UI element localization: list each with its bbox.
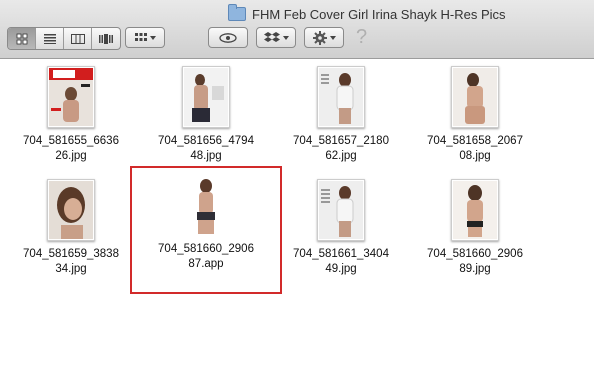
file-name-line1: 704_581655_6636 (23, 135, 119, 147)
file-item[interactable]: 704_581660_2906 89.jpg (410, 179, 540, 277)
chevron-down-icon (282, 35, 289, 40)
quick-look-button[interactable] (208, 27, 248, 48)
file-name-line2: 26.jpg (55, 150, 87, 162)
file-thumbnail (317, 66, 365, 128)
folder-icon (228, 4, 246, 21)
gear-icon (312, 30, 327, 45)
highlight-box (130, 166, 282, 294)
file-name-line2: 49.jpg (325, 263, 357, 275)
window-title-text: FHM Feb Cover Girl Irina Shayk H-Res Pic… (252, 6, 506, 22)
magazine-cover-image (49, 68, 93, 126)
file-thumbnail (182, 66, 230, 128)
file-name-line1: 704_581657_2180 (293, 135, 389, 147)
help-icon[interactable]: ? (356, 26, 367, 49)
photo-thumbnail-image (319, 181, 363, 239)
file-item[interactable]: 704_581659_3838 34.jpg (6, 179, 136, 277)
column-view-button[interactable] (64, 28, 92, 49)
file-item[interactable]: 704_581658_2067 08.jpg (410, 66, 540, 164)
arrange-grid-icon (134, 32, 147, 41)
file-name-line1: 704_581660_2906 (427, 248, 523, 260)
eye-icon (219, 32, 237, 43)
arrange-button[interactable] (125, 27, 165, 48)
file-thumbnail (451, 179, 499, 241)
icon-view-icon (16, 33, 27, 44)
action-button[interactable] (304, 27, 344, 48)
file-name-line1: 704_581661_3404 (293, 248, 389, 260)
column-view-icon (70, 33, 85, 44)
dropbox-button[interactable] (256, 27, 296, 48)
photo-thumbnail-image (319, 68, 363, 126)
file-name-line1: 704_581658_2067 (427, 135, 523, 147)
file-thumbnail (451, 66, 499, 128)
cover-flow-icon (99, 33, 113, 44)
photo-thumbnail-image (49, 181, 93, 239)
file-thumbnail (47, 179, 95, 241)
file-name-line2: 48.jpg (190, 150, 222, 162)
file-name-line1: 704_581656_4794 (158, 135, 254, 147)
chevron-down-icon (149, 35, 156, 40)
chevron-down-icon (329, 35, 336, 40)
list-view-button[interactable] (36, 28, 64, 49)
file-thumbnail (317, 179, 365, 241)
photo-thumbnail-image (184, 68, 228, 126)
file-item[interactable]: 704_581655_6636 26.jpg (6, 66, 136, 164)
file-name-line1: 704_581659_3838 (23, 248, 119, 260)
file-name-line2: 89.jpg (459, 263, 491, 275)
icon-view-button[interactable] (8, 28, 36, 49)
photo-thumbnail-image (453, 181, 497, 239)
finder-window: FHM Feb Cover Girl Irina Shayk H-Res Pic… (0, 0, 594, 371)
window-title: FHM Feb Cover Girl Irina Shayk H-Res Pic… (228, 4, 506, 22)
file-item[interactable]: 704_581656_4794 48.jpg (141, 66, 271, 164)
list-view-icon (43, 33, 56, 44)
photo-thumbnail-image (453, 68, 497, 126)
dropbox-icon (263, 31, 280, 42)
view-mode-switcher (7, 27, 121, 50)
file-thumbnail (47, 66, 95, 128)
file-name-line2: 08.jpg (459, 150, 491, 162)
file-item[interactable]: 704_581661_3404 49.jpg (276, 179, 406, 277)
title-toolbar: FHM Feb Cover Girl Irina Shayk H-Res Pic… (0, 0, 594, 59)
file-name-line2: 62.jpg (325, 150, 357, 162)
cover-flow-view-button[interactable] (92, 28, 120, 49)
file-item[interactable]: 704_581657_2180 62.jpg (276, 66, 406, 164)
file-name-line2: 34.jpg (55, 263, 87, 275)
